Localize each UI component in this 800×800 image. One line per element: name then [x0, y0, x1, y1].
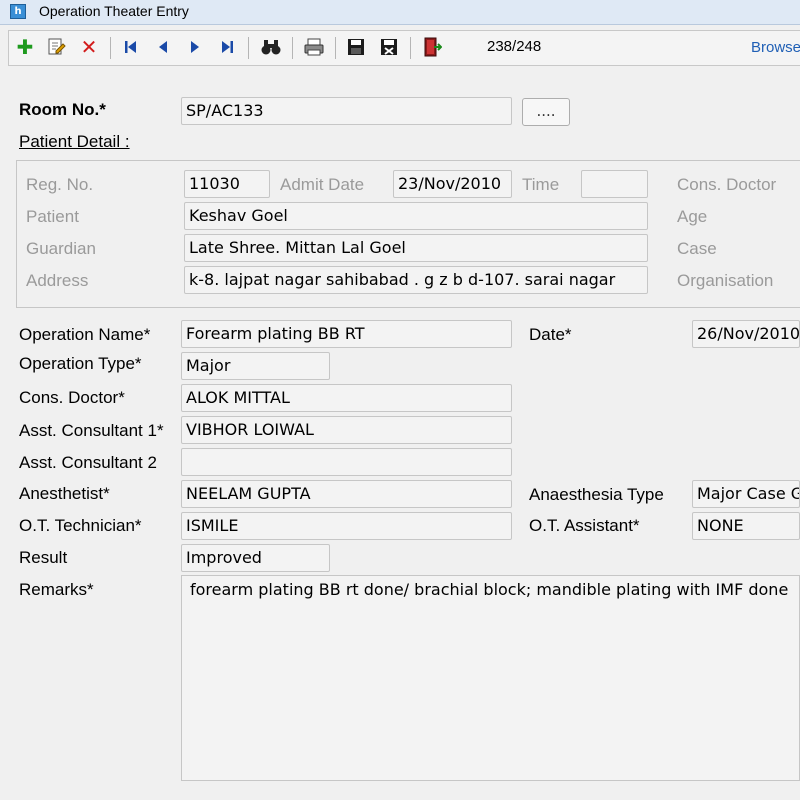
time-label: Time [522, 175, 560, 194]
room-lookup-button[interactable]: .... [522, 98, 570, 126]
anaesthesia-type-field[interactable]: Major Case GA [692, 480, 800, 508]
result-field[interactable]: Improved [181, 544, 330, 572]
toolbar-separator [410, 37, 411, 59]
admit-date-field[interactable]: 23/Nov/2010 [393, 170, 512, 198]
asst-consultant-1-field[interactable]: VIBHOR LOIWAL [181, 416, 512, 444]
asst-consultant-1-label: Asst. Consultant 1* [19, 421, 164, 440]
patient-detail-heading: Patient Detail : [19, 132, 130, 151]
operation-date-field[interactable]: 26/Nov/2010 [692, 320, 800, 348]
toolbar-separator [110, 37, 111, 59]
next-record-icon[interactable] [185, 37, 205, 57]
add-icon[interactable]: ✚ [15, 37, 35, 57]
patient-label: Patient [26, 207, 79, 226]
operation-name-field[interactable]: Forearm plating BB RT [181, 320, 512, 348]
guardian-label: Guardian [26, 239, 96, 258]
asst-consultant-2-label: Asst. Consultant 2 [19, 453, 157, 472]
operation-type-field[interactable]: Major [181, 352, 330, 380]
result-label: Result [19, 548, 68, 567]
address-label: Address [26, 271, 89, 290]
cons-doctor-label: Cons. Doctor* [19, 388, 125, 407]
record-counter: 238/248 [487, 38, 542, 55]
address-field[interactable]: k-8. lajpat nagar sahibabad . g z b d-10… [184, 266, 648, 294]
ot-technician-field[interactable]: ISMILE [181, 512, 512, 540]
room-no-label: Room No.* [19, 100, 106, 119]
guardian-field[interactable]: Late Shree. Mittan Lal Goel [184, 234, 648, 262]
anaesthesia-type-label: Anaesthesia Type [529, 485, 664, 504]
cons-doctor-field[interactable]: ALOK MITTAL [181, 384, 512, 412]
toolbar: ✚ ✕ 238/248 Browse [8, 30, 800, 66]
previous-record-icon[interactable] [153, 37, 173, 57]
reg-no-field[interactable]: 11030 [184, 170, 270, 198]
case-label: Case [677, 239, 717, 258]
reg-no-label: Reg. No. [26, 175, 94, 194]
anesthetist-field[interactable]: NEELAM GUPTA [181, 480, 512, 508]
ot-assistant-label: O.T. Assistant* [529, 516, 640, 535]
room-no-field[interactable]: SP/AC133 [181, 97, 512, 125]
last-record-icon[interactable] [217, 37, 237, 57]
organisation-label: Organisation [677, 271, 774, 290]
toolbar-separator [292, 37, 293, 59]
toolbar-separator [335, 37, 336, 59]
first-record-icon[interactable] [121, 37, 141, 57]
toolbar-separator [248, 37, 249, 59]
remarks-textarea[interactable]: forearm plating BB rt done/ brachial blo… [181, 575, 800, 781]
operation-type-label: Operation Type* [19, 354, 142, 373]
asst-consultant-2-field[interactable] [181, 448, 512, 476]
app-icon: h [10, 4, 26, 19]
find-icon[interactable] [260, 37, 281, 57]
operation-name-label: Operation Name* [19, 325, 151, 344]
time-field[interactable] [581, 170, 648, 198]
save-icon[interactable] [346, 37, 366, 57]
ot-technician-label: O.T. Technician* [19, 516, 142, 535]
exit-icon[interactable] [422, 37, 443, 57]
title-bar: h Operation Theater Entry [0, 0, 800, 25]
anesthetist-label: Anesthetist* [19, 484, 110, 503]
age-label: Age [677, 207, 708, 226]
window-title: Operation Theater Entry [39, 3, 189, 19]
delete-icon[interactable]: ✕ [79, 37, 99, 57]
edit-icon[interactable] [46, 37, 66, 57]
print-icon[interactable] [303, 37, 324, 57]
browse-link[interactable]: Browse [751, 39, 800, 56]
remarks-label: Remarks* [19, 580, 94, 599]
operation-date-label: Date* [529, 325, 572, 344]
patient-cons-doctor-label: Cons. Doctor [677, 175, 777, 194]
admit-date-label: Admit Date [280, 175, 365, 194]
ot-assistant-field[interactable]: NONE [692, 512, 800, 540]
patient-name-field[interactable]: Keshav Goel [184, 202, 648, 230]
save-close-icon[interactable] [379, 37, 399, 57]
